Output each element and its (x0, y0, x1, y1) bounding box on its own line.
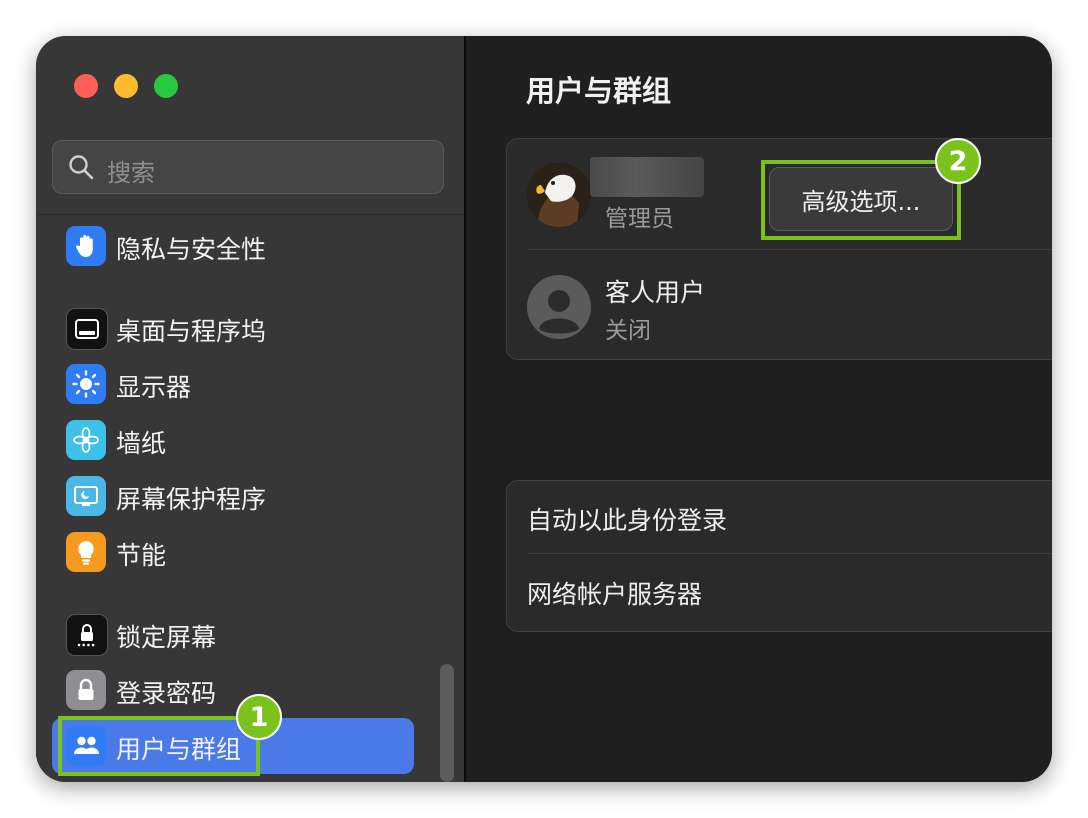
sidebar-item-label: 显示器 (116, 373, 192, 402)
network-account-server-row[interactable]: 网络帐户服务器 (527, 575, 702, 611)
sidebar-item-label: 锁定屏幕 (116, 623, 217, 652)
search-icon (69, 155, 94, 180)
sidebar-item-screen-saver[interactable]: 屏幕保护程序 (52, 468, 414, 524)
row-divider (527, 249, 1052, 250)
step-badge-2: 2 (935, 138, 981, 184)
guest-user-name: 客人用户 (605, 278, 706, 307)
person-avatar[interactable] (527, 275, 591, 339)
auto-login-row[interactable]: 自动以此身份登录 (527, 501, 727, 537)
sidebar-item-label: 隐私与安全性 (116, 235, 267, 264)
zoom-window-button[interactable] (154, 74, 178, 98)
sidebar-divider (36, 214, 464, 215)
dock-icon (66, 308, 108, 350)
sun-icon (66, 364, 106, 404)
close-window-button[interactable] (74, 74, 98, 98)
lock-icon (66, 670, 106, 710)
guest-user-status: 关闭 (605, 318, 651, 344)
row-divider (527, 553, 1052, 554)
eagle-avatar[interactable] (527, 163, 591, 227)
hand-icon (66, 226, 106, 266)
sidebar-item-label: 登录密码 (116, 679, 217, 708)
sidebar-item-energy[interactable]: 节能 (52, 524, 414, 580)
page-title: 用户与群组 (526, 74, 672, 108)
screensaver-icon (66, 476, 106, 516)
highlight-box-2 (761, 160, 961, 240)
lightbulb-icon (66, 532, 106, 572)
login-options-card: 自动以此身份登录 网络帐户服务器 (506, 480, 1052, 632)
user-name-redacted (590, 157, 704, 197)
sidebar-item-label: 屏幕保护程序 (116, 485, 267, 514)
search-placeholder: 搜索 (107, 159, 155, 187)
flower-icon (66, 420, 106, 460)
sidebar-scrollbar[interactable] (440, 664, 454, 782)
pane-divider (464, 36, 466, 782)
sidebar-item-displays[interactable]: 显示器 (52, 356, 414, 412)
search-input[interactable]: 搜索 (52, 140, 444, 194)
lock-screen-icon (66, 614, 108, 656)
sidebar-item-label: 墙纸 (116, 429, 167, 458)
highlight-box-1 (58, 716, 260, 776)
step-badge-1: 1 (236, 694, 282, 740)
sidebar-item-login-password[interactable]: 登录密码 (52, 662, 414, 718)
sidebar-item-wallpaper[interactable]: 墙纸 (52, 412, 414, 468)
settings-window: 搜索 隐私与安全性 桌面与程序坞 显示器 墙纸 屏幕保护程序 节能 锁定屏幕 登… (36, 36, 1052, 782)
sidebar-item-label: 节能 (116, 541, 167, 570)
sidebar-item-privacy[interactable]: 隐私与安全性 (52, 218, 414, 274)
sidebar-item-label: 桌面与程序坞 (116, 317, 267, 346)
sidebar-item-desktop-dock[interactable]: 桌面与程序坞 (52, 300, 414, 356)
user-role: 管理员 (605, 206, 674, 232)
sidebar-item-lock-screen[interactable]: 锁定屏幕 (52, 606, 414, 662)
sidebar: 搜索 隐私与安全性 桌面与程序坞 显示器 墙纸 屏幕保护程序 节能 锁定屏幕 登… (36, 36, 464, 782)
minimize-window-button[interactable] (114, 74, 138, 98)
